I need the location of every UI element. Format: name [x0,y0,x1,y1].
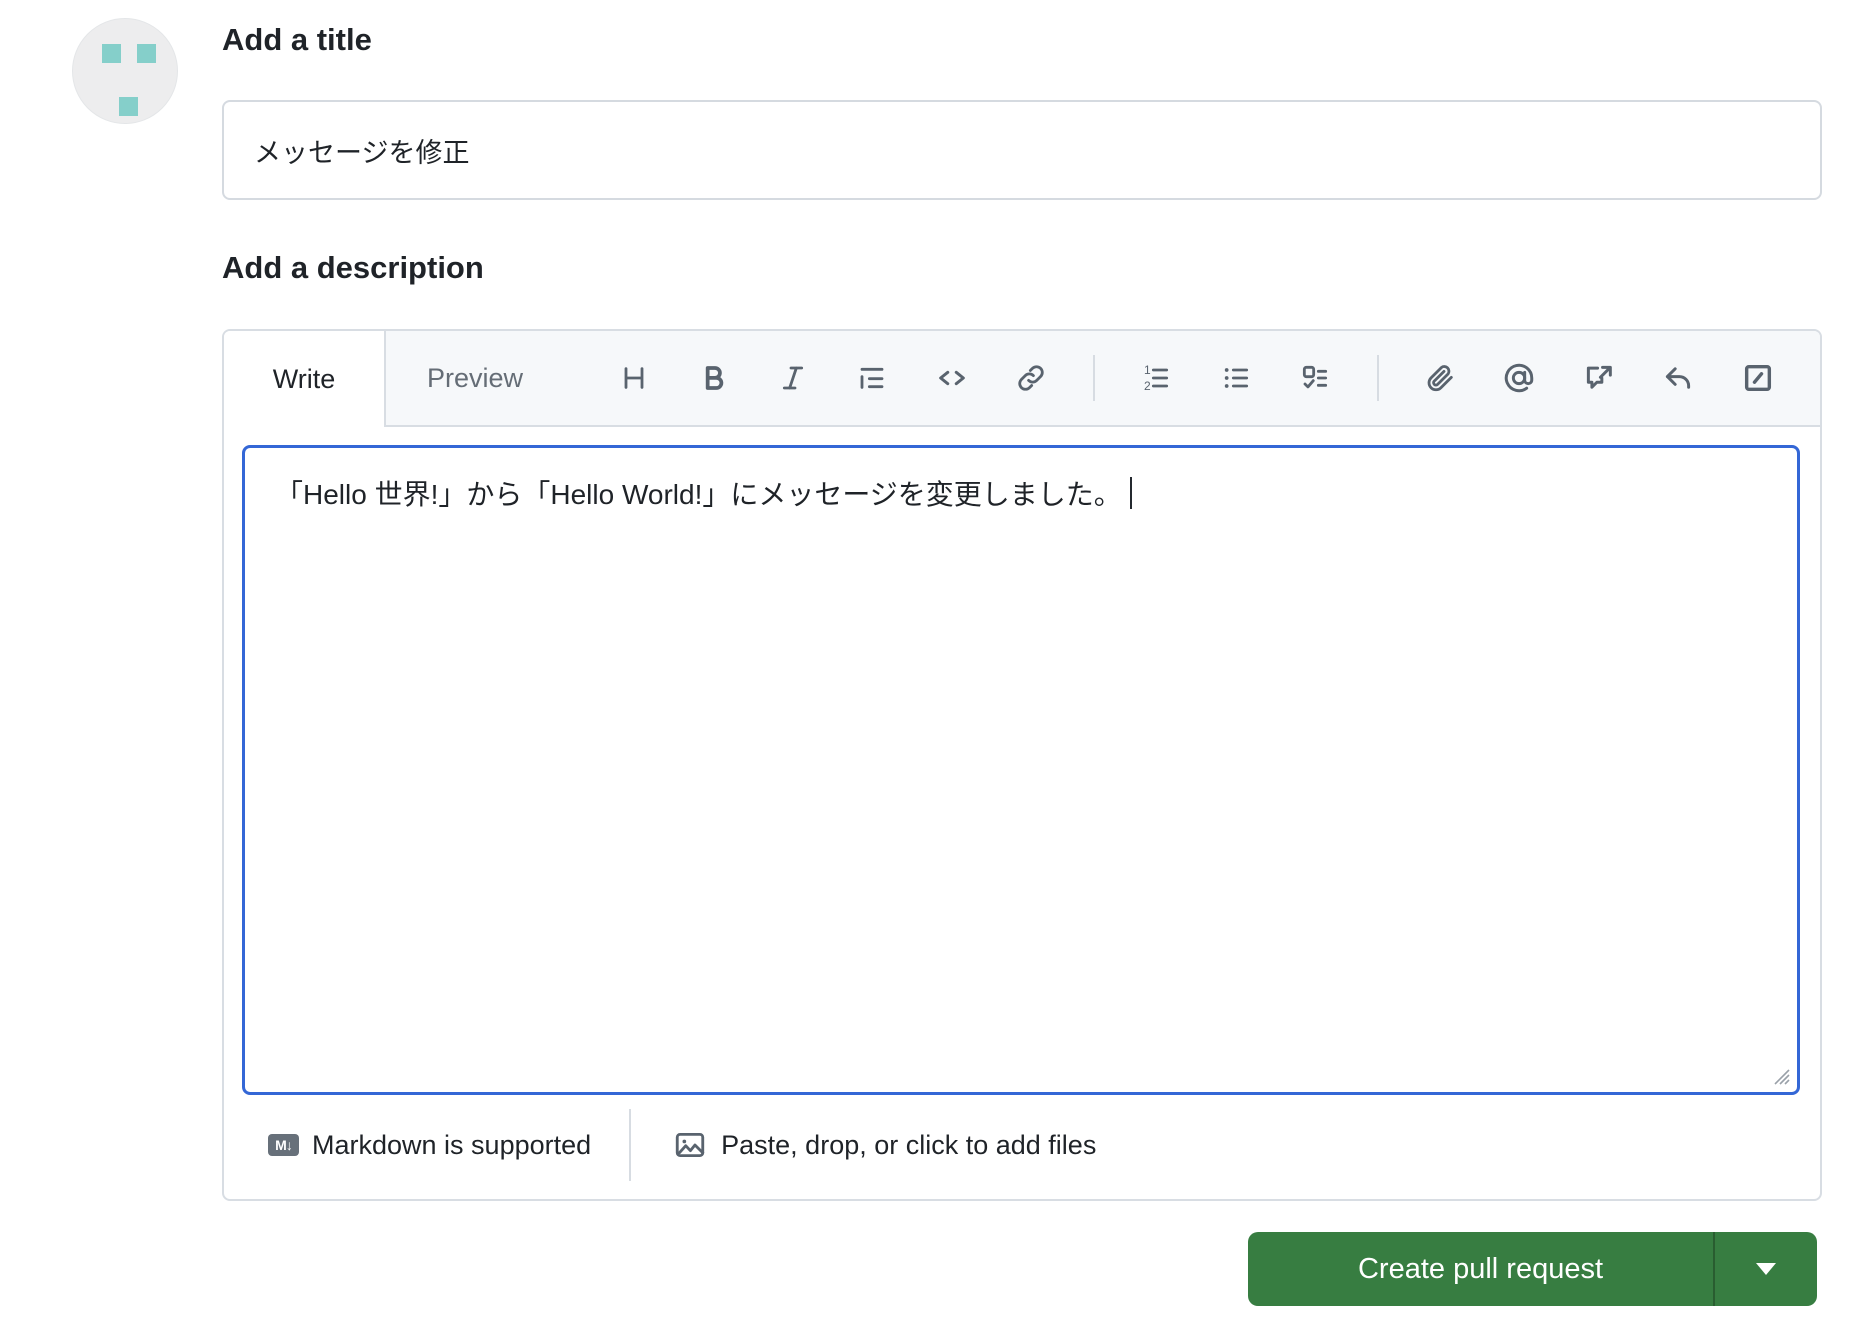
formatting-toolbar: 1 2 [564,331,1820,425]
identicon-square [102,44,121,63]
footer-separator [629,1109,632,1181]
description-textarea[interactable]: 「Hello 世界!」から「Hello World!」にメッセージを変更しました… [242,445,1800,1095]
chevron-down-icon [1756,1263,1776,1275]
bold-icon[interactable] [695,360,731,396]
image-icon [675,1132,705,1158]
identicon-square [119,97,138,116]
toolbar-separator [1376,355,1379,401]
markdown-supported-link[interactable]: M↓ Markdown is supported [268,1130,591,1161]
slash-command-icon[interactable] [1740,360,1776,396]
heading-icon[interactable] [616,360,652,396]
editor-header: Write Preview 1 2 [224,331,1820,427]
attachment-icon[interactable] [1422,360,1458,396]
create-pull-request-split-button: Create pull request [1248,1232,1817,1306]
tab-preview[interactable]: Preview [386,331,564,425]
resize-handle-icon[interactable] [1768,1063,1792,1087]
toolbar-separator [1092,355,1095,401]
tab-write[interactable]: Write [224,331,386,427]
mention-icon[interactable] [1501,360,1537,396]
add-files-button[interactable]: Paste, drop, or click to add files [673,1128,1096,1162]
markdown-icon: M↓ [268,1134,299,1156]
task-list-icon[interactable] [1297,360,1333,396]
editor-footer: M↓ Markdown is supported Paste, drop, or… [242,1095,1800,1195]
code-icon[interactable] [934,360,970,396]
link-icon[interactable] [1013,360,1049,396]
reply-icon[interactable] [1660,360,1696,396]
description-heading: Add a description [222,250,484,285]
cross-reference-icon[interactable] [1581,360,1617,396]
markdown-supported-label: Markdown is supported [312,1129,592,1160]
create-pull-request-button[interactable]: Create pull request [1248,1232,1713,1306]
unordered-list-icon[interactable] [1218,360,1254,396]
title-heading: Add a title [222,22,372,57]
add-files-label: Paste, drop, or click to add files [721,1129,1097,1160]
editor-body: 「Hello 世界!」から「Hello World!」にメッセージを変更しました… [224,427,1820,1195]
markdown-editor: Write Preview 1 2 「Hello 世界!」から「Hello Wo… [222,329,1822,1201]
text-cursor [1129,477,1132,509]
numbered-list-icon[interactable]: 1 2 [1138,360,1174,396]
avatar [72,18,178,124]
identicon-square [137,44,156,63]
title-input[interactable] [222,100,1822,200]
svg-text:1: 1 [1144,363,1151,377]
quote-icon[interactable] [854,360,890,396]
italic-icon[interactable] [775,360,811,396]
create-options-dropdown[interactable] [1715,1232,1817,1306]
description-text: 「Hello 世界!」から「Hello World!」にメッセージを変更しました… [275,479,1122,510]
svg-text:2: 2 [1144,379,1151,393]
